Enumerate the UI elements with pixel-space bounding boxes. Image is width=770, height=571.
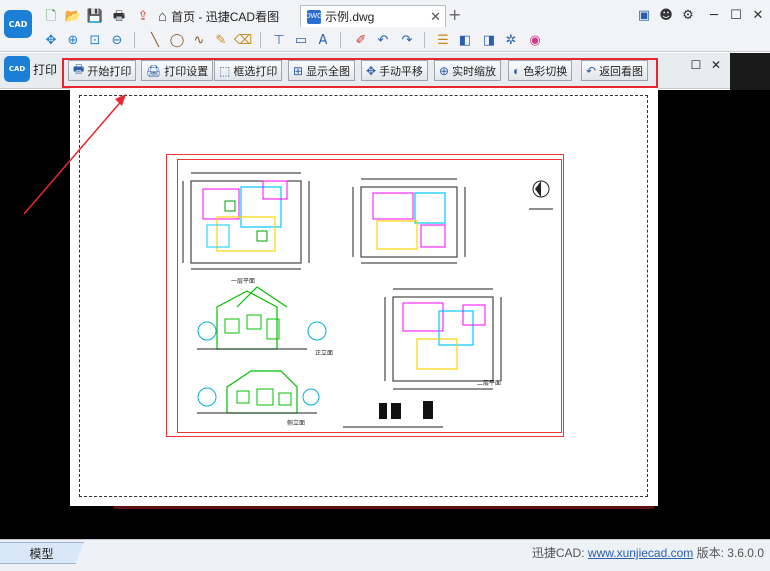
- website-link[interactable]: www.xunjiecad.com: [588, 546, 693, 560]
- model-tab-label: 模型: [29, 546, 54, 561]
- annotation-overlay: [23, 94, 126, 215]
- annotation-arrow-line: [23, 97, 125, 215]
- brand-label: 迅捷CAD:: [531, 546, 585, 560]
- annotation-arrow-head: [115, 94, 126, 106]
- status-bar: 模型 迅捷CAD: www.xunjiecad.com 版本: 3.6.0.0: [0, 539, 770, 571]
- status-info: 迅捷CAD: www.xunjiecad.com 版本: 3.6.0.0: [532, 544, 764, 561]
- version-label: 版本: 3.6.0.0: [696, 546, 764, 560]
- tab-model[interactable]: 模型: [0, 542, 84, 564]
